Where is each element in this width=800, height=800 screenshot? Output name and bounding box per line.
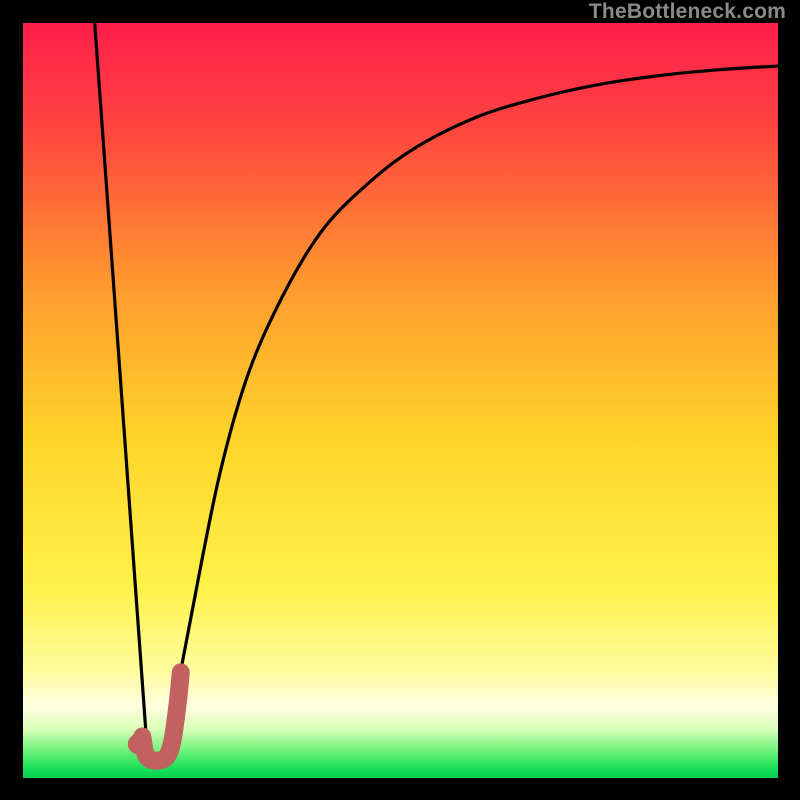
watermark-label: TheBottleneck.com xyxy=(589,0,786,24)
bottleneck-chart xyxy=(23,23,778,778)
chart-frame: TheBottleneck.com xyxy=(0,0,800,800)
gradient-background xyxy=(23,23,778,778)
j-marker-dot xyxy=(128,734,148,754)
